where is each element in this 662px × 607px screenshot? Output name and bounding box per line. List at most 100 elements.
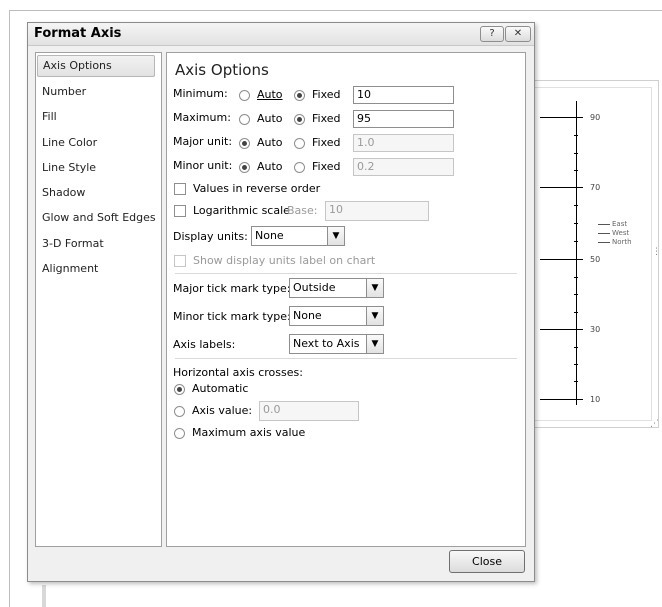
minor-tick — [574, 170, 578, 171]
major-unit-auto-radio[interactable] — [239, 138, 250, 149]
maximum-input[interactable]: 95 — [353, 110, 454, 128]
crosses-axis-value-label[interactable]: Axis value: — [192, 404, 252, 417]
nav-item-alignment[interactable]: Alignment — [42, 262, 98, 275]
major-unit-input[interactable]: 1.0 — [353, 134, 454, 152]
axis-labels-value: Next to Axis — [293, 337, 360, 350]
axis-labels-select[interactable]: Next to Axis ▼ — [289, 334, 384, 354]
workspace-frame-left — [9, 10, 10, 607]
chevron-down-icon[interactable]: ▼ — [366, 307, 383, 325]
tick-label: 70 — [590, 183, 601, 192]
gridline — [540, 187, 576, 188]
legend-item: East — [597, 220, 628, 228]
crosses-axis-value-radio[interactable] — [174, 406, 185, 417]
resize-handle-icon[interactable]: ⋰ — [650, 419, 659, 429]
display-units-value: None — [255, 229, 284, 242]
minor-tick — [574, 294, 578, 295]
vertical-axis-line[interactable] — [576, 101, 577, 405]
show-units-label-checkbox[interactable] — [174, 255, 186, 267]
minimum-fixed-radio[interactable] — [294, 90, 305, 101]
close-button[interactable]: Close — [449, 550, 525, 573]
maximum-auto-label[interactable]: Auto — [257, 112, 283, 125]
minimum-auto-radio[interactable] — [239, 90, 250, 101]
tick-label: 30 — [590, 325, 601, 334]
maximum-fixed-radio[interactable] — [294, 114, 305, 125]
maximum-auto-radio[interactable] — [239, 114, 250, 125]
major-tick-value: Outside — [293, 281, 336, 294]
minor-unit-auto-label[interactable]: Auto — [257, 160, 283, 173]
dialog-title: Format Axis — [34, 26, 122, 41]
minor-tick — [574, 153, 578, 154]
nav-item-shadow[interactable]: Shadow — [42, 186, 85, 199]
horizontal-crosses-label: Horizontal axis crosses: — [173, 366, 303, 379]
log-base-input[interactable]: 10 — [325, 201, 429, 221]
display-units-label: Display units: — [173, 230, 248, 243]
nav-item-fill[interactable]: Fill — [42, 110, 57, 123]
major-tick — [576, 117, 583, 118]
dialog-titlebar[interactable]: Format Axis ? ✕ — [28, 23, 534, 46]
gridline — [540, 329, 576, 330]
legend-item: North — [598, 238, 632, 246]
minor-tick-label: Minor tick mark type: — [173, 310, 291, 323]
minimum-auto-label[interactable]: Auto — [257, 88, 283, 101]
maximum-label: Maximum: — [173, 111, 231, 124]
category-list: Axis Options Number Fill Line Color Line… — [35, 52, 162, 547]
show-units-label-text[interactable]: Show display units label on chart — [193, 254, 375, 267]
gridline — [540, 117, 576, 118]
chevron-down-icon[interactable]: ▼ — [366, 335, 383, 353]
major-unit-fixed-radio[interactable] — [294, 138, 305, 149]
values-reverse-checkbox[interactable] — [174, 183, 186, 195]
minimum-label: Minimum: — [173, 87, 228, 100]
legend-item: West — [597, 229, 630, 237]
format-axis-dialog: Format Axis ? ✕ Axis Options Number Fill… — [27, 22, 535, 582]
crosses-automatic-radio[interactable] — [174, 384, 185, 395]
nav-item-glow-soft-edges[interactable]: Glow and Soft Edges — [42, 211, 156, 224]
crosses-automatic-label[interactable]: Automatic — [192, 382, 248, 395]
display-units-select[interactable]: None ▼ — [251, 226, 345, 246]
separator — [175, 273, 517, 274]
minor-unit-fixed-label[interactable]: Fixed — [312, 160, 341, 173]
minor-tick — [574, 205, 578, 206]
values-reverse-label[interactable]: Values in reverse order — [193, 182, 320, 195]
minor-tick — [574, 277, 578, 278]
minor-unit-fixed-radio[interactable] — [294, 162, 305, 173]
gridline — [540, 259, 576, 260]
minor-unit-label: Minor unit: — [173, 159, 233, 172]
nav-item-line-style[interactable]: Line Style — [42, 161, 96, 174]
minor-tick-select[interactable]: None ▼ — [289, 306, 384, 326]
crosses-max-value-label[interactable]: Maximum axis value — [192, 426, 305, 439]
resize-handle-icon[interactable]: ⋮ — [652, 247, 661, 257]
workspace-frame-top — [9, 10, 662, 11]
close-x-button[interactable]: ✕ — [505, 26, 531, 42]
minor-tick — [574, 347, 578, 348]
nav-item-3d-format[interactable]: 3-D Format — [42, 237, 104, 250]
minor-tick — [574, 312, 578, 313]
major-unit-auto-label[interactable]: Auto — [257, 136, 283, 149]
log-base-label: Base: — [287, 204, 318, 217]
log-scale-checkbox[interactable] — [174, 205, 186, 217]
major-unit-fixed-label[interactable]: Fixed — [312, 136, 341, 149]
nav-item-number[interactable]: Number — [42, 85, 86, 98]
minor-tick — [574, 241, 578, 242]
minimum-input[interactable]: 10 — [353, 86, 454, 104]
minor-tick — [574, 135, 578, 136]
panel-heading: Axis Options — [175, 61, 269, 79]
nav-item-line-color[interactable]: Line Color — [42, 136, 97, 149]
major-tick-select[interactable]: Outside ▼ — [289, 278, 384, 298]
major-tick — [576, 259, 583, 260]
gridline — [540, 399, 576, 400]
chevron-down-icon[interactable]: ▼ — [327, 227, 344, 245]
chevron-down-icon[interactable]: ▼ — [366, 279, 383, 297]
maximum-fixed-label[interactable]: Fixed — [312, 112, 341, 125]
minimum-fixed-label[interactable]: Fixed — [312, 88, 341, 101]
nav-item-axis-options[interactable]: Axis Options — [37, 55, 155, 77]
tick-label: 10 — [590, 395, 601, 404]
log-scale-label[interactable]: Logarithmic scale — [193, 204, 290, 217]
crosses-max-value-radio[interactable] — [174, 428, 185, 439]
minor-unit-auto-radio[interactable] — [239, 162, 250, 173]
major-unit-label: Major unit: — [173, 135, 233, 148]
help-button[interactable]: ? — [480, 26, 504, 42]
axis-labels-label: Axis labels: — [173, 338, 236, 351]
crosses-axis-value-input[interactable]: 0.0 — [259, 401, 359, 421]
minor-unit-input[interactable]: 0.2 — [353, 158, 454, 176]
minor-tick — [574, 223, 578, 224]
